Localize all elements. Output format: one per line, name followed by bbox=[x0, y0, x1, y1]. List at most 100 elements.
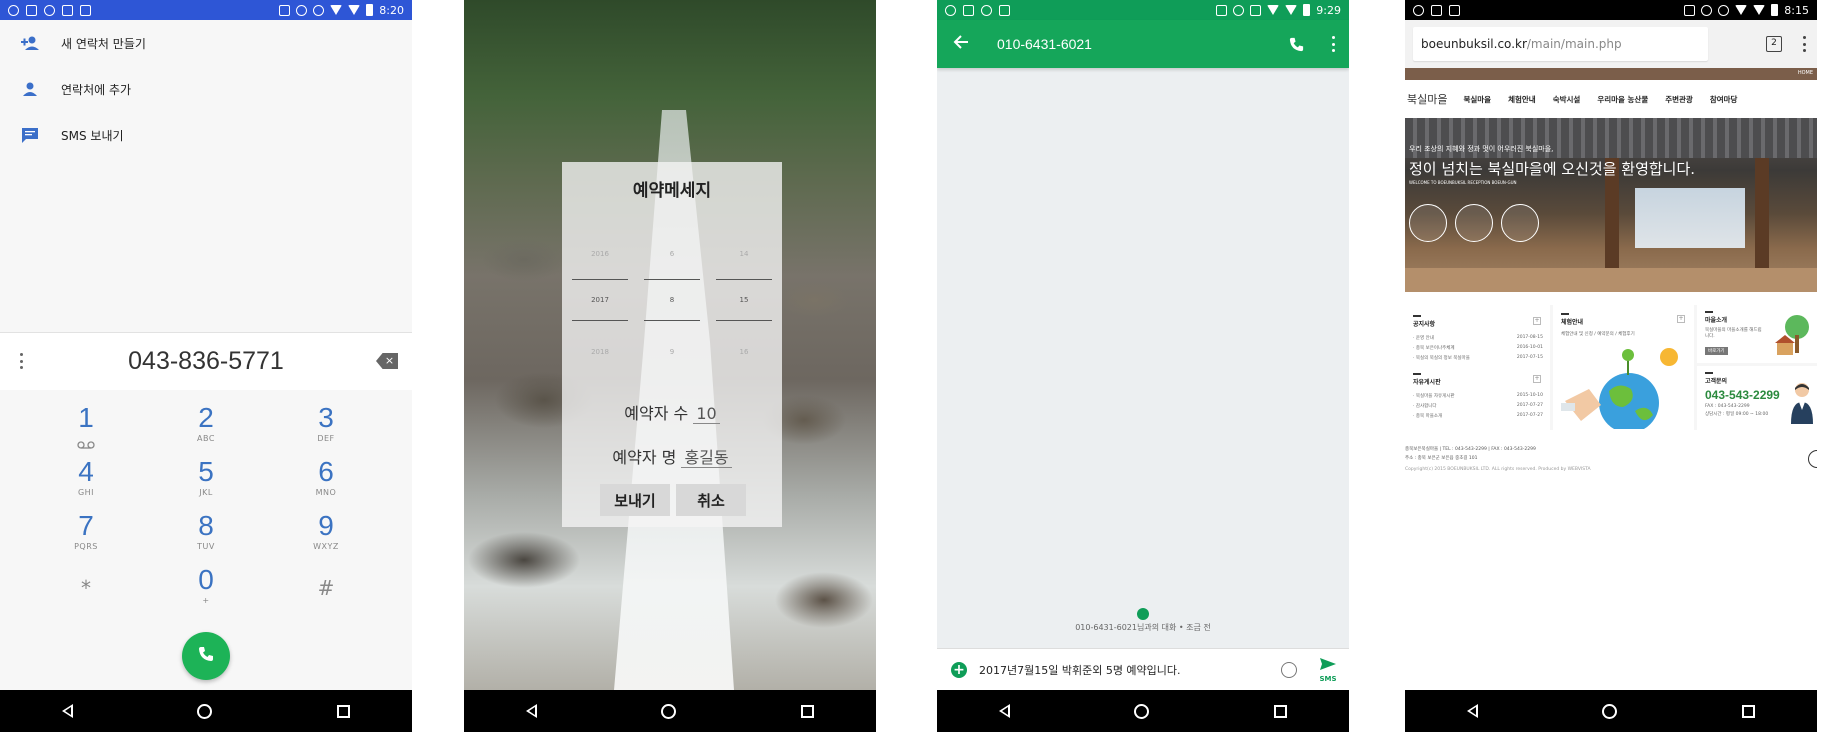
news-item[interactable]: · 충북 마을소개 2017-07-27 bbox=[1413, 413, 1543, 419]
recents-icon[interactable] bbox=[336, 704, 350, 718]
news-item[interactable]: · 북실마을 자유게시판 2015-10-10 bbox=[1413, 393, 1543, 399]
vibrate-icon bbox=[1250, 4, 1262, 16]
date-picker-next-row[interactable]: 2018 9 16 bbox=[572, 348, 772, 356]
app-notification-icon bbox=[999, 4, 1010, 16]
home-link[interactable]: HOME bbox=[1798, 70, 1813, 76]
recents-icon[interactable] bbox=[1741, 704, 1755, 718]
key-5[interactable]: 5 JKL bbox=[146, 456, 266, 510]
key-7[interactable]: 7 PQRS bbox=[26, 510, 146, 564]
chat-notification-icon bbox=[1413, 4, 1424, 16]
panel-heading: 공지사항 bbox=[1413, 315, 1436, 328]
tree-house-icon bbox=[1775, 315, 1809, 355]
dialed-number[interactable]: 043-836-5771 bbox=[0, 347, 412, 376]
compass-notification-icon bbox=[945, 4, 956, 16]
support-phone[interactable]: 043-543-2299 bbox=[1705, 388, 1780, 402]
more-options-icon[interactable] bbox=[1332, 36, 1336, 52]
cancel-button[interactable]: 취소 bbox=[676, 484, 746, 516]
app-notification-icon bbox=[1449, 4, 1460, 16]
panel-heading: 마을소개 bbox=[1705, 311, 1728, 324]
messages-screen: 9:29 010-6431-6021 010-6431-6021님과의 대화 •… bbox=[937, 0, 1349, 732]
back-icon[interactable] bbox=[1467, 704, 1479, 718]
site-nav-item[interactable]: 참여마당 bbox=[1710, 94, 1738, 105]
site-nav-item[interactable]: 우리마을 농산물 bbox=[1597, 94, 1648, 105]
earth-illustration-icon bbox=[1561, 348, 1678, 429]
menu-item-add-to-contact[interactable]: 연락처에 추가 bbox=[0, 66, 412, 112]
news-item[interactable]: · 충북 보은이나주체계 2016-10-01 bbox=[1413, 345, 1543, 351]
footer-info: 충북보은북실마을 | TEL : 043-543-2299 | FAX : 04… bbox=[1405, 447, 1536, 452]
news-item[interactable]: · 운영 안내 2017-08-15 bbox=[1413, 335, 1543, 341]
person-icon bbox=[20, 79, 40, 99]
dialog-title: 예약메세지 bbox=[632, 181, 712, 201]
more-options-icon[interactable] bbox=[1803, 36, 1807, 52]
key-1[interactable]: 1 bbox=[26, 402, 146, 456]
menu-item-label: 새 연락처 만들기 bbox=[61, 36, 146, 51]
tab-switcher-button[interactable]: 2 bbox=[1766, 36, 1782, 52]
people-icon[interactable] bbox=[1501, 204, 1539, 242]
hero-caption: WELCOME TO BOEUNBUKSIL RECEPTION BOEUN-G… bbox=[1409, 180, 1517, 185]
key-8[interactable]: 8 TUV bbox=[146, 510, 266, 564]
nav-bar bbox=[937, 690, 1349, 732]
message-input[interactable]: 2017년7월15일 박휘준외 5명 예약입니다. bbox=[979, 662, 1181, 678]
add-contact-icon bbox=[20, 33, 40, 53]
pot-icon[interactable] bbox=[1455, 204, 1493, 242]
url-field[interactable]: boeunbuksil.co.kr/main/main.php bbox=[1413, 27, 1708, 61]
home-icon[interactable] bbox=[661, 703, 677, 719]
bluetooth-icon bbox=[1701, 4, 1713, 16]
key-2[interactable]: 2 ABC bbox=[146, 402, 266, 456]
menu-item-label: SMS 보내기 bbox=[61, 128, 124, 143]
key-0[interactable]: 0 + bbox=[146, 564, 266, 618]
dialer-screen: 8:20 새 연락처 만들기 연락처에 추가 SMS 보내기 043-836-5… bbox=[0, 0, 412, 732]
wifi-icon bbox=[330, 5, 343, 15]
guest-name-field: 예약자 명 홍길동 bbox=[562, 444, 782, 468]
date-picker-prev-row[interactable]: 2016 6 14 bbox=[572, 250, 772, 258]
back-icon[interactable] bbox=[62, 704, 74, 718]
more-plus-icon[interactable]: + bbox=[1533, 375, 1541, 383]
image-notification-icon bbox=[963, 4, 974, 16]
back-icon[interactable] bbox=[999, 704, 1011, 718]
news-item[interactable]: · 북실의 북실의 정보 북실마을 2017-07-15 bbox=[1413, 355, 1543, 361]
date-picker-current-row[interactable]: 2017 8 15 bbox=[572, 296, 772, 304]
site-nav-item[interactable]: 주변관광 bbox=[1665, 94, 1693, 105]
key-3[interactable]: 3 DEF bbox=[266, 402, 386, 456]
recents-icon[interactable] bbox=[800, 704, 814, 718]
guest-name-input[interactable]: 홍길동 bbox=[681, 448, 732, 468]
battery-icon bbox=[1771, 4, 1779, 16]
nav-bar bbox=[0, 690, 412, 732]
back-icon[interactable] bbox=[526, 704, 538, 718]
intro-button[interactable]: 바로가기 bbox=[1705, 347, 1728, 355]
menu-item-send-sms[interactable]: SMS 보내기 bbox=[0, 112, 412, 158]
call-button[interactable] bbox=[182, 632, 230, 680]
home-icon[interactable] bbox=[197, 703, 213, 719]
browser-screen: 8:15 boeunbuksil.co.kr/main/main.php 2 H… bbox=[1405, 0, 1817, 732]
experience-panel[interactable]: 체험안내 + 체험안내 및 신청 / 예약문의 / 체험후기 bbox=[1553, 305, 1694, 430]
site-logo[interactable]: 북실마을 bbox=[1407, 91, 1447, 107]
menu-item-create-contact[interactable]: 새 연락처 만들기 bbox=[0, 20, 412, 66]
more-plus-icon[interactable]: + bbox=[1533, 317, 1541, 325]
more-plus-icon[interactable]: + bbox=[1677, 315, 1685, 323]
floor-image bbox=[1405, 268, 1817, 292]
key-9[interactable]: 9 WXYZ bbox=[266, 510, 386, 564]
site-nav-item[interactable]: 체험안내 bbox=[1508, 94, 1536, 105]
send-button[interactable]: SMS bbox=[1317, 656, 1339, 683]
home-icon[interactable] bbox=[1134, 703, 1150, 719]
key-hash[interactable]: # bbox=[266, 568, 386, 622]
emoji-icon[interactable] bbox=[1281, 662, 1297, 678]
site-nav-item[interactable]: 북실마을 bbox=[1463, 94, 1491, 105]
news-item[interactable]: · 감사합니다 2017-07-27 bbox=[1413, 403, 1543, 409]
browser-toolbar: boeunbuksil.co.kr/main/main.php 2 bbox=[1405, 20, 1817, 68]
site-nav-item[interactable]: 숙박시설 bbox=[1553, 94, 1581, 105]
plant-icon[interactable] bbox=[1409, 204, 1447, 242]
guest-count-input[interactable]: 10 bbox=[693, 404, 720, 424]
home-icon[interactable] bbox=[1602, 703, 1618, 719]
contact-avatar bbox=[1137, 608, 1149, 620]
key-4[interactable]: 4 GHI bbox=[26, 456, 146, 510]
phone-icon bbox=[197, 645, 215, 667]
key-star[interactable]: * bbox=[26, 568, 146, 622]
scroll-top-icon[interactable] bbox=[1808, 450, 1817, 468]
phone-icon[interactable] bbox=[1288, 36, 1305, 57]
attach-plus-icon[interactable]: + bbox=[951, 661, 967, 678]
recents-icon[interactable] bbox=[1273, 704, 1287, 718]
send-button[interactable]: 보내기 bbox=[600, 484, 670, 516]
key-6[interactable]: 6 MNO bbox=[266, 456, 386, 510]
back-arrow-icon[interactable] bbox=[953, 34, 969, 54]
